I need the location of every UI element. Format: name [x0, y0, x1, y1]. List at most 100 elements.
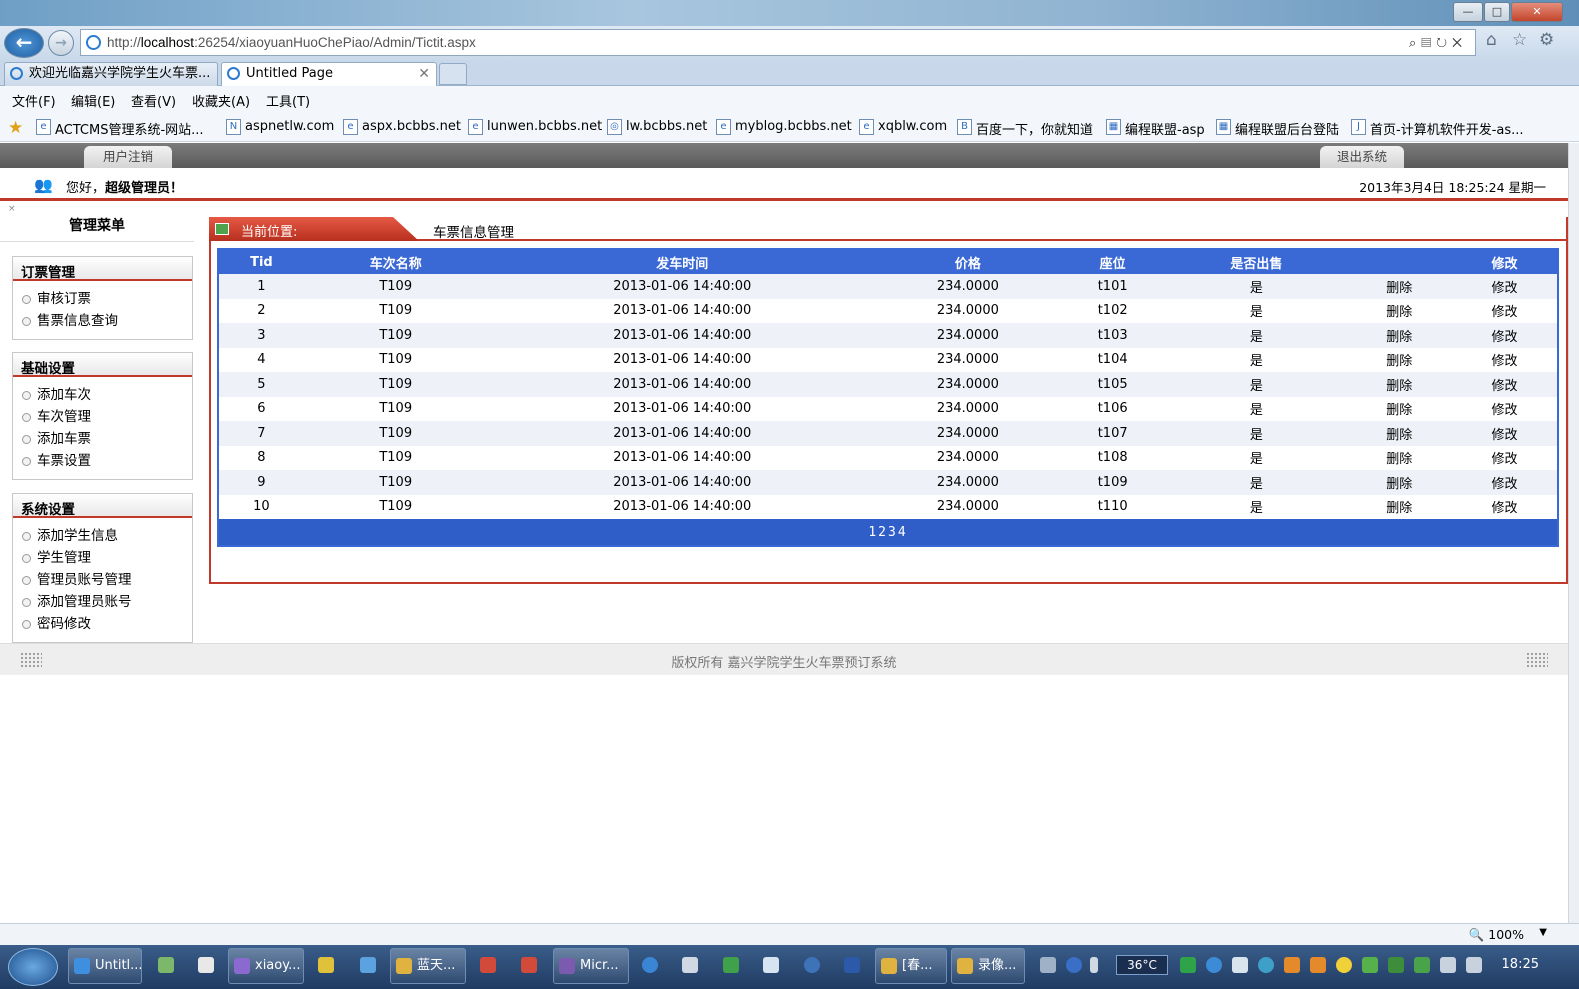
address-tools[interactable]: ⌕▤↻✕: [1409, 30, 1467, 55]
tray-icon[interactable]: [1258, 957, 1274, 973]
column-header[interactable]: 发车时间: [487, 249, 877, 274]
notepad-icon[interactable]: [198, 957, 214, 973]
favorites-star-icon[interactable]: ★: [8, 118, 23, 138]
minimize-button[interactable]: —: [1453, 2, 1483, 22]
help-icon[interactable]: [1066, 957, 1082, 973]
start-button[interactable]: [8, 948, 58, 986]
tray-icon[interactable]: [1362, 957, 1378, 973]
address-bar[interactable]: http://localhost:26254/xiaoyuanHuoChePia…: [80, 29, 1476, 56]
gear-icon[interactable]: ⚙: [1539, 30, 1554, 50]
sidebar-item-train-manage[interactable]: 车次管理: [13, 406, 192, 428]
favorite-link[interactable]: e ACTCMS管理系统-网站...: [36, 119, 204, 138]
search-icon[interactable]: [360, 957, 376, 973]
refresh-icon[interactable]: ↻: [1436, 35, 1452, 50]
edit-link[interactable]: 修改: [1452, 396, 1558, 421]
search-icon[interactable]: ⌕: [1409, 35, 1421, 50]
taskbar-item[interactable]: xiaoy...: [228, 948, 304, 984]
close-tab-icon[interactable]: ✕: [418, 63, 430, 85]
stop-icon[interactable]: ✕: [1452, 35, 1467, 50]
delete-link[interactable]: 删除: [1346, 470, 1453, 495]
column-header[interactable]: 价格: [876, 249, 1059, 274]
new-tab-button[interactable]: [439, 63, 467, 85]
exit-system-button[interactable]: 退出系统: [1320, 146, 1404, 168]
edit-link[interactable]: 修改: [1452, 323, 1558, 348]
sidebar-item-sales-query[interactable]: 售票信息查询: [13, 310, 192, 332]
delete-link[interactable]: 删除: [1346, 323, 1453, 348]
back-button[interactable]: ←: [4, 28, 44, 58]
favorite-link[interactable]: e xqblw.com: [859, 119, 947, 135]
taskbar-item[interactable]: 蓝天...: [390, 948, 466, 984]
favorite-link[interactable]: e myblog.bcbbs.net: [716, 119, 852, 135]
delete-link[interactable]: 删除: [1346, 347, 1453, 372]
app-icon[interactable]: [318, 957, 334, 973]
tray-icon[interactable]: [1232, 957, 1248, 973]
app-icon[interactable]: [723, 957, 739, 973]
favorite-link[interactable]: J 首页-计算机软件开发-as...: [1351, 119, 1524, 138]
column-header[interactable]: Tid: [218, 249, 304, 274]
menu-view[interactable]: 查看(V): [131, 91, 176, 110]
column-header[interactable]: 车次名称: [303, 249, 488, 274]
logout-button[interactable]: 用户注销: [84, 146, 172, 168]
home-icon[interactable]: ⌂: [1486, 30, 1497, 50]
app-icon[interactable]: [682, 957, 698, 973]
edit-link[interactable]: 修改: [1452, 298, 1558, 323]
tray-icon[interactable]: [1414, 957, 1430, 973]
edit-link[interactable]: 修改: [1452, 347, 1558, 372]
zoom-level[interactable]: 🔍 100%: [1469, 927, 1524, 943]
taskbar-item[interactable]: 录像...: [951, 948, 1025, 984]
delete-link[interactable]: 删除: [1346, 494, 1453, 519]
edit-link[interactable]: 修改: [1452, 445, 1558, 470]
forward-button[interactable]: →: [48, 30, 74, 56]
volume-icon[interactable]: [1440, 957, 1456, 973]
delete-link[interactable]: 删除: [1346, 274, 1453, 299]
chevron-down-icon[interactable]: [1090, 957, 1098, 973]
tray-icon[interactable]: [1336, 957, 1352, 973]
tray-icon[interactable]: [1310, 957, 1326, 973]
tab-welcome[interactable]: 欢迎光临嘉兴学院学生火车票...: [4, 62, 218, 86]
taskbar-item[interactable]: Untitl...: [68, 948, 142, 984]
delete-link[interactable]: 删除: [1346, 445, 1453, 470]
app-icon[interactable]: [642, 957, 658, 973]
edit-link[interactable]: 修改: [1452, 372, 1558, 397]
favorite-link[interactable]: e lunwen.bcbbs.net: [468, 119, 602, 135]
menu-edit[interactable]: 编辑(E): [71, 91, 115, 110]
edit-link[interactable]: 修改: [1452, 470, 1558, 495]
favorite-link[interactable]: Naspnetlw.com: [226, 119, 334, 135]
column-header[interactable]: 是否出售: [1166, 249, 1347, 274]
sidebar-item-add-student[interactable]: 添加学生信息: [13, 525, 192, 547]
menu-tools[interactable]: 工具(T): [266, 91, 310, 110]
vertical-scrollbar[interactable]: [1568, 143, 1579, 923]
temperature-widget[interactable]: 36°C: [1116, 955, 1168, 975]
edit-link[interactable]: 修改: [1452, 494, 1558, 519]
close-window-button[interactable]: ✕: [1511, 2, 1563, 22]
favorites-star-icon[interactable]: ☆: [1512, 30, 1527, 50]
edit-link[interactable]: 修改: [1452, 274, 1558, 299]
edit-link[interactable]: 修改: [1452, 421, 1558, 446]
delete-link[interactable]: 删除: [1346, 396, 1453, 421]
app-icon[interactable]: [158, 957, 174, 973]
delete-link[interactable]: 删除: [1346, 372, 1453, 397]
compat-icon[interactable]: ▤: [1421, 35, 1436, 50]
sidebar-item-add-train[interactable]: 添加车次: [13, 384, 192, 406]
app-icon[interactable]: [763, 957, 779, 973]
delete-link[interactable]: 删除: [1346, 298, 1453, 323]
menu-favorites[interactable]: 收藏夹(A): [192, 91, 250, 110]
keyboard-icon[interactable]: [1040, 957, 1056, 973]
sidebar-item-student-manage[interactable]: 学生管理: [13, 547, 192, 569]
favorite-link[interactable]: ▦ 编程联盟后台登陆: [1216, 119, 1339, 138]
menu-file[interactable]: 文件(F): [12, 91, 56, 110]
app-icon[interactable]: [804, 957, 820, 973]
chevron-down-icon[interactable]: ▼: [1539, 927, 1547, 938]
tray-icon[interactable]: [1284, 957, 1300, 973]
shield-icon[interactable]: [1388, 957, 1404, 973]
pager[interactable]: 1234: [218, 519, 1558, 546]
network-icon[interactable]: [1466, 957, 1482, 973]
maximize-button[interactable]: □: [1484, 2, 1510, 22]
tray-icon[interactable]: [1180, 957, 1196, 973]
favorite-link[interactable]: ▦ 编程联盟-asp: [1106, 119, 1205, 138]
collapse-icon[interactable]: ×: [8, 204, 16, 214]
app-icon[interactable]: [480, 957, 496, 973]
sidebar-item-add-admin[interactable]: 添加管理员账号: [13, 591, 192, 613]
favorite-link[interactable]: ◎ lw.bcbbs.net: [607, 119, 707, 135]
word-icon[interactable]: [844, 957, 860, 973]
